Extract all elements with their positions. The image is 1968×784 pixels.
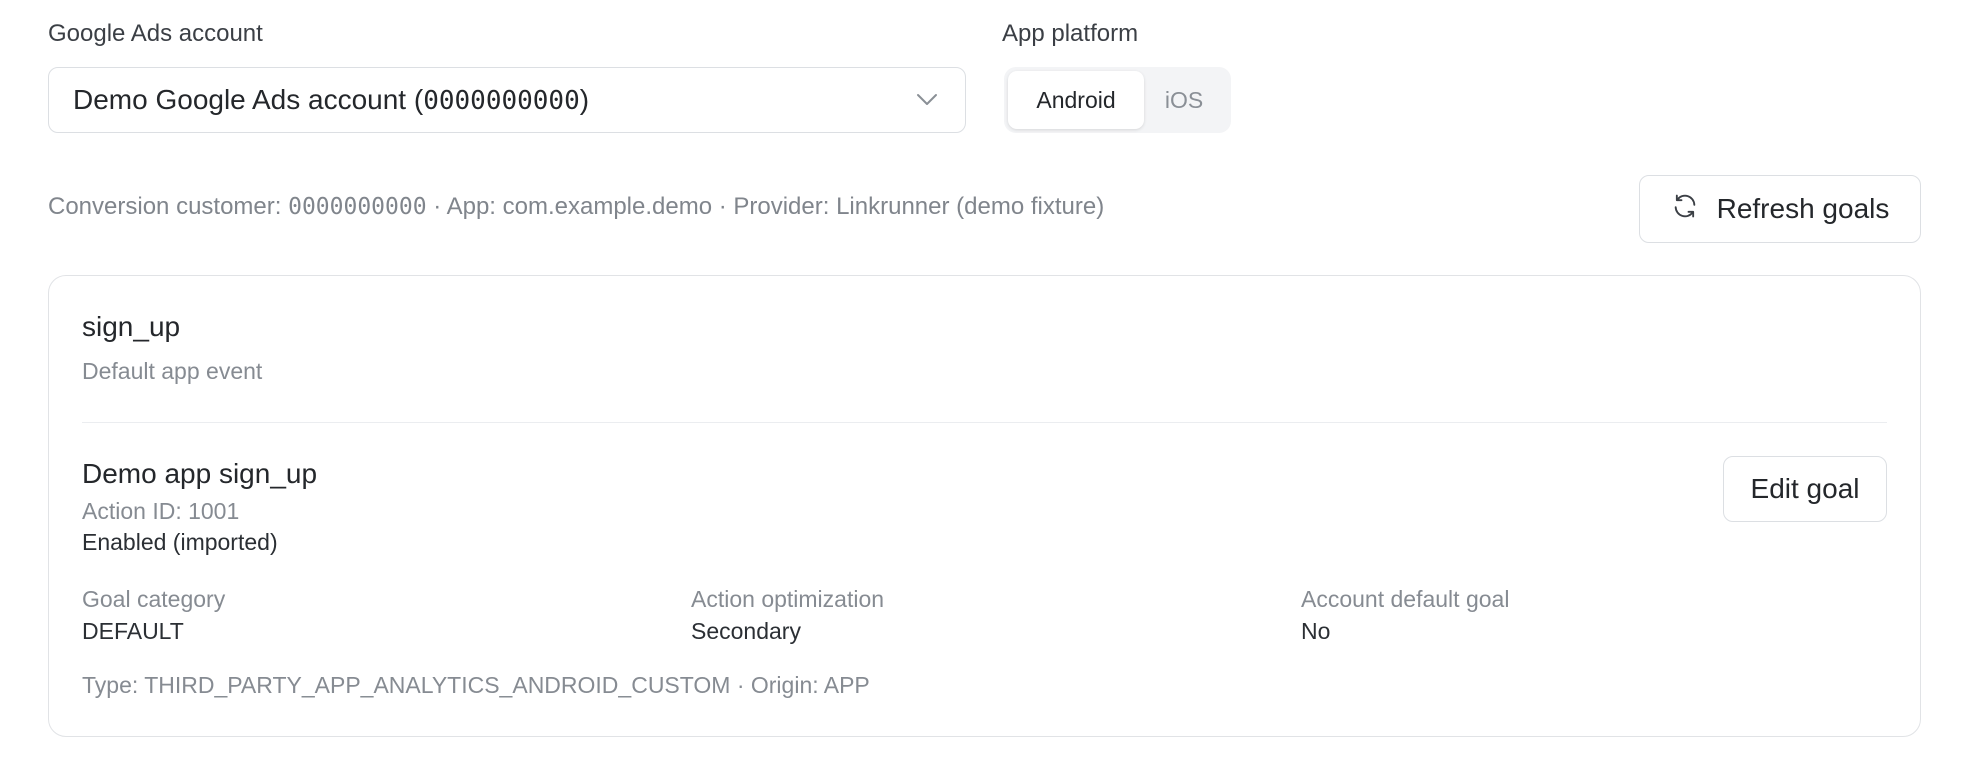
card-divider (82, 422, 1887, 423)
app-provider-info: · App: com.example.demo · Provider: Link… (426, 193, 1105, 220)
action-optimization-label: Action optimization (691, 586, 885, 612)
google-ads-account-select[interactable]: Demo Google Ads account (0000000000) (48, 67, 966, 133)
platform-option-android[interactable]: Android (1008, 71, 1144, 129)
conversion-meta-line: Conversion customer: 0000000000 · App: c… (48, 193, 1104, 221)
refresh-icon (1671, 192, 1699, 227)
event-subtitle: Default app event (82, 358, 263, 384)
page: Google Ads account Demo Google Ads accou… (0, 0, 1968, 784)
goal-type-origin: Type: THIRD_PARTY_APP_ANALYTICS_ANDROID_… (82, 672, 870, 698)
account-default-goal-field: Account default goal No (1301, 583, 1509, 647)
selected-account-name: Demo Google Ads account ( (73, 84, 424, 115)
selected-account-value: Demo Google Ads account (0000000000) (73, 84, 913, 116)
account-default-goal-label: Account default goal (1301, 586, 1510, 612)
app-platform-label: App platform (1002, 20, 1139, 47)
edit-goal-button[interactable]: Edit goal (1723, 456, 1887, 522)
app-platform-toggle: Android iOS (1004, 67, 1231, 133)
refresh-goals-button[interactable]: Refresh goals (1639, 175, 1921, 243)
platform-option-ios[interactable]: iOS (1144, 71, 1224, 129)
action-optimization-field: Action optimization Secondary (691, 583, 884, 647)
chevron-down-icon (913, 86, 941, 114)
conversion-event-card: sign_up Default app event Demo app sign_… (48, 275, 1921, 737)
goal-name: Demo app sign_up (82, 458, 318, 489)
goal-category-field: Goal category DEFAULT (82, 583, 225, 647)
goal-category-value: DEFAULT (82, 618, 184, 644)
goal-category-label: Goal category (82, 586, 226, 612)
refresh-goals-label: Refresh goals (1716, 193, 1890, 224)
conversion-customer-id: 0000000000 (288, 194, 427, 220)
conversion-customer-label: Conversion customer: (48, 193, 289, 220)
action-optimization-value: Secondary (691, 618, 801, 644)
google-ads-account-label: Google Ads account (48, 20, 263, 47)
goal-status: Enabled (imported) (82, 529, 278, 555)
account-default-goal-value: No (1301, 618, 1331, 644)
selected-account-id: 0000000000 (423, 86, 580, 116)
goal-action-id: Action ID: 1001 (82, 498, 240, 524)
event-name: sign_up (82, 311, 181, 342)
selected-account-suffix: ) (579, 84, 590, 115)
